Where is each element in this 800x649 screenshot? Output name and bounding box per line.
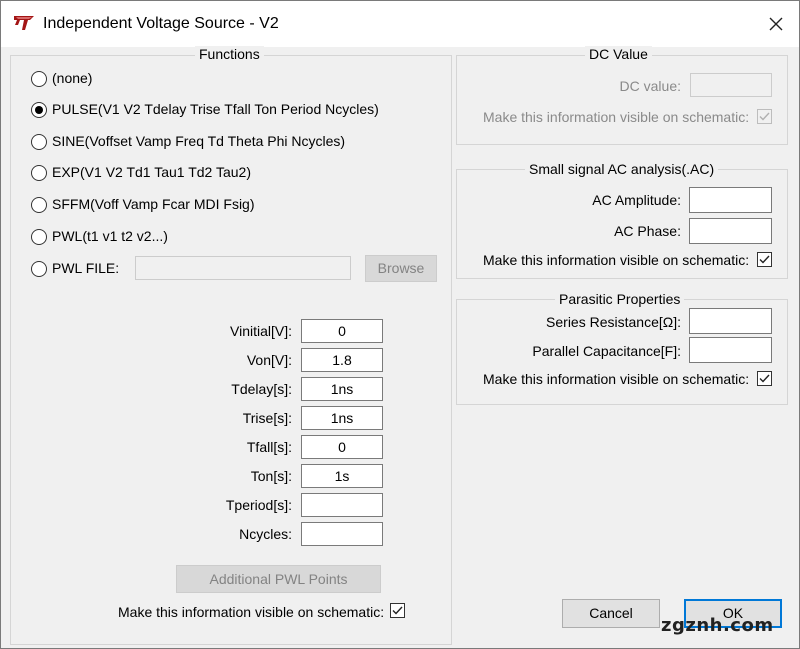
pwl-file-input[interactable] [135, 256, 351, 280]
functions-visible-checkbox[interactable] [390, 603, 405, 618]
dc-value-input[interactable] [690, 73, 772, 97]
dc-visible-label: Make this information visible on schemat… [483, 109, 750, 125]
ton-input[interactable]: 1s [301, 464, 383, 488]
parasitic-group-title: Parasitic Properties [555, 291, 685, 307]
radio-sffm[interactable] [31, 197, 47, 213]
additional-pwl-points-button[interactable]: Additional PWL Points [176, 565, 381, 593]
dc-value-group [456, 55, 788, 145]
param-label-tfall: Tfall[s]: [246, 439, 292, 455]
radio-pwl[interactable] [31, 229, 47, 245]
param-label-tperiod: Tperiod[s]: [225, 497, 292, 513]
param-label-ton: Ton[s]: [250, 468, 292, 484]
tfall-input[interactable]: 0 [301, 435, 383, 459]
checkmark-icon [759, 255, 770, 264]
ac-amplitude-input[interactable] [689, 187, 772, 213]
radio-sine[interactable] [31, 134, 47, 150]
radio-sine-label: SINE(Voffset Vamp Freq Td Theta Phi Ncyc… [52, 133, 346, 149]
checkmark-icon [759, 374, 770, 383]
ltspice-app-icon [14, 16, 34, 30]
radio-pulse[interactable] [31, 102, 47, 118]
param-label-tdelay: Tdelay[s]: [231, 381, 292, 397]
vinitial-input[interactable]: 0 [301, 319, 383, 343]
trise-input[interactable]: 1ns [301, 406, 383, 430]
radio-exp[interactable] [31, 165, 47, 181]
radio-exp-label: EXP(V1 V2 Td1 Tau1 Td2 Tau2) [52, 164, 251, 180]
browse-button[interactable]: Browse [365, 255, 437, 282]
parasitic-visible-checkbox[interactable] [757, 371, 772, 386]
ncycles-input[interactable] [301, 522, 383, 546]
ac-group-title: Small signal AC analysis(.AC) [525, 161, 719, 177]
dc-value-label: DC value: [619, 78, 681, 94]
radio-pwl-file-label: PWL FILE: [52, 260, 120, 276]
cancel-button[interactable]: Cancel [562, 599, 660, 628]
checkmark-icon [759, 112, 770, 121]
tperiod-input[interactable] [301, 493, 383, 517]
radio-pwl-label: PWL(t1 v1 t2 v2...) [52, 228, 168, 244]
ac-amplitude-label: AC Amplitude: [592, 192, 681, 208]
radio-pulse-label: PULSE(V1 V2 Tdelay Trise Tfall Ton Perio… [52, 101, 379, 117]
watermark: zgznh.com [661, 615, 774, 636]
parasitic-visible-label: Make this information visible on schemat… [483, 371, 750, 387]
radio-none-label: (none) [52, 70, 93, 86]
series-resistance-input[interactable] [689, 308, 772, 334]
dc-visible-checkbox[interactable] [757, 109, 772, 124]
dc-group-title: DC Value [585, 46, 652, 62]
radio-sffm-label: SFFM(Voff Vamp Fcar MDI Fsig) [52, 196, 255, 212]
param-label-vinitial: Vinitial[V]: [230, 323, 292, 339]
functions-visible-label: Make this information visible on schemat… [118, 604, 385, 620]
parallel-capacitance-input[interactable] [689, 337, 772, 363]
ac-phase-input[interactable] [689, 218, 772, 244]
dialog-window: Independent Voltage Source - V2 Function… [0, 0, 800, 649]
close-icon[interactable] [763, 11, 789, 37]
series-resistance-label: Series Resistance[Ω]: [546, 314, 681, 330]
radio-none[interactable] [31, 71, 47, 87]
ac-visible-checkbox[interactable] [757, 252, 772, 267]
functions-group-title: Functions [195, 46, 264, 62]
ac-visible-label: Make this information visible on schemat… [483, 252, 750, 268]
tdelay-input[interactable]: 1ns [301, 377, 383, 401]
checkmark-icon [392, 606, 403, 615]
parallel-capacitance-label: Parallel Capacitance[F]: [532, 343, 681, 359]
param-label-trise: Trise[s]: [242, 410, 292, 426]
param-label-von: Von[V]: [246, 352, 292, 368]
von-input[interactable]: 1.8 [301, 348, 383, 372]
radio-pwl-file[interactable] [31, 261, 47, 277]
title-bar: Independent Voltage Source - V2 [1, 1, 799, 47]
window-title: Independent Voltage Source - V2 [43, 15, 279, 32]
param-label-ncycles: Ncycles: [239, 526, 292, 542]
ac-phase-label: AC Phase: [614, 223, 681, 239]
